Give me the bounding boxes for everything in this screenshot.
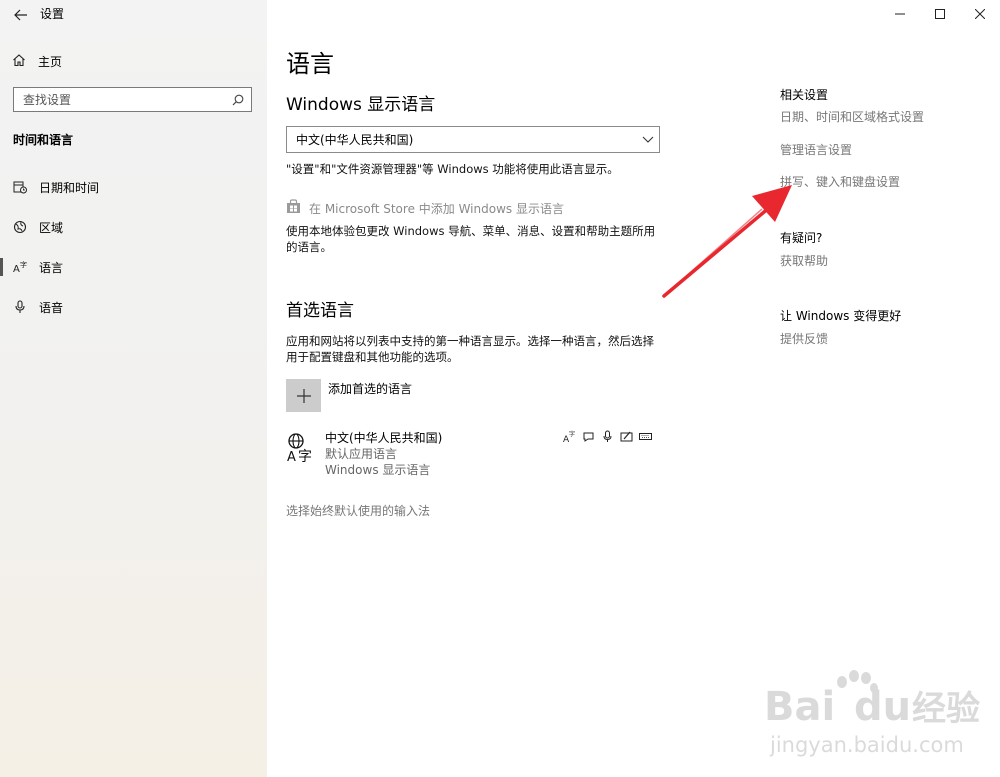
- get-help-link[interactable]: 获取帮助: [780, 252, 828, 269]
- default-input-method-link[interactable]: 选择始终默认使用的输入法: [286, 502, 430, 519]
- back-arrow-icon[interactable]: [12, 6, 30, 24]
- store-icon: [286, 199, 301, 218]
- preferred-description-line2: 用于配置键盘和其他功能的选项。: [286, 350, 459, 364]
- help-heading: 有疑问?: [780, 231, 823, 245]
- sidebar-item-language[interactable]: A字 语言: [0, 256, 267, 278]
- sidebar-item-label: 日期和时间: [39, 180, 100, 195]
- microphone-icon: [13, 300, 27, 314]
- display-language-heading: Windows 显示语言: [286, 95, 436, 115]
- search-box[interactable]: [13, 87, 252, 112]
- sidebar-item-label: 语音: [39, 300, 64, 315]
- plus-icon: [286, 379, 321, 412]
- language-subtitle: 默认应用语言: [325, 447, 398, 461]
- feedback-heading: 让 Windows 变得更好: [780, 309, 902, 323]
- watermark-label: 经验: [912, 689, 980, 729]
- search-icon[interactable]: [228, 90, 248, 110]
- svg-text:A: A: [287, 450, 296, 464]
- store-link[interactable]: 在 Microsoft Store 中添加 Windows 显示语言: [286, 199, 564, 218]
- sidebar-item-label: 区域: [39, 220, 64, 235]
- language-icon: A字: [13, 260, 27, 274]
- language-subtitle: Windows 显示语言: [325, 463, 431, 477]
- store-link-label: 在 Microsoft Store 中添加 Windows 显示语言: [309, 202, 564, 216]
- give-feedback-link[interactable]: 提供反馈: [780, 330, 828, 347]
- store-description-line1: 使用本地体验包更改 Windows 导航、菜单、消息、设置和帮助主题所用: [286, 224, 656, 238]
- sidebar-home-label: 主页: [38, 54, 63, 69]
- spelling-typing-keyboard-link[interactable]: 拼写、键入和键盘设置: [780, 173, 900, 190]
- sidebar-item-label: 语言: [39, 260, 64, 275]
- search-input[interactable]: [14, 91, 228, 108]
- add-language-button[interactable]: 添加首选的语言: [286, 379, 412, 412]
- globe-icon: [13, 220, 27, 234]
- svg-text:A: A: [13, 264, 20, 274]
- speech-icon: [581, 429, 595, 443]
- language-feature-icons: A字: [562, 429, 652, 443]
- sidebar-item-region[interactable]: 区域: [0, 216, 267, 238]
- svg-text:字: 字: [569, 430, 575, 438]
- main-content: 语言 Windows 显示语言 中文(中华人民共和国) "设置"和"文件资源管理…: [267, 0, 1000, 777]
- watermark-brand: Bai: [764, 684, 835, 730]
- minimize-icon[interactable]: [880, 0, 920, 28]
- window-controls: [880, 0, 1000, 30]
- display-language-dropdown[interactable]: 中文(中华人民共和国): [286, 126, 660, 153]
- microphone-icon: [600, 429, 614, 443]
- preferred-description-line1: 应用和网站将以列表中支持的第一种语言显示。选择一种语言，然后选择: [286, 334, 654, 348]
- page-title: 语言: [286, 50, 334, 78]
- watermark-brand-suffix: du: [854, 684, 911, 730]
- sidebar-item-speech[interactable]: 语音: [0, 296, 267, 318]
- sidebar-home[interactable]: 主页: [12, 52, 62, 70]
- clock-calendar-icon: [13, 180, 27, 194]
- language-name: 中文(中华人民共和国): [325, 431, 443, 445]
- svg-text:字: 字: [298, 449, 312, 464]
- manage-language-link[interactable]: 管理语言设置: [780, 141, 852, 158]
- dropdown-value: 中文(中华人民共和国): [296, 133, 414, 147]
- keyboard-icon: [638, 429, 652, 443]
- sidebar: 设置 主页 时间和语言 日期和时间 区域 A字 语言 语音: [0, 0, 267, 777]
- close-icon[interactable]: [960, 0, 1000, 28]
- language-list-item[interactable]: A 字 中文(中华人民共和国) 默认应用语言 Windows 显示语言 A字: [286, 429, 666, 479]
- baidu-watermark: Bai du 经验 jingyan.baidu.com: [764, 670, 980, 757]
- language-glyph-icon: A 字: [286, 432, 318, 465]
- add-language-label: 添加首选的语言: [328, 382, 413, 396]
- store-description-line2: 的语言。: [286, 240, 332, 254]
- app-title: 设置: [40, 7, 65, 21]
- date-time-region-link[interactable]: 日期、时间和区域格式设置: [780, 108, 924, 125]
- maximize-icon[interactable]: [920, 0, 960, 28]
- chevron-down-icon: [637, 136, 659, 144]
- svg-text:字: 字: [20, 260, 27, 269]
- preferred-language-heading: 首选语言: [286, 301, 354, 321]
- sidebar-item-date-time[interactable]: 日期和时间: [0, 176, 267, 198]
- language-pack-icon: A字: [562, 429, 576, 443]
- handwriting-icon: [619, 429, 633, 443]
- home-icon: [12, 52, 26, 71]
- watermark-url: jingyan.baidu.com: [769, 733, 964, 757]
- section-heading: 时间和语言: [13, 133, 74, 147]
- related-settings-heading: 相关设置: [780, 88, 829, 102]
- display-language-description: "设置"和"文件资源管理器"等 Windows 功能将使用此语言显示。: [286, 162, 619, 176]
